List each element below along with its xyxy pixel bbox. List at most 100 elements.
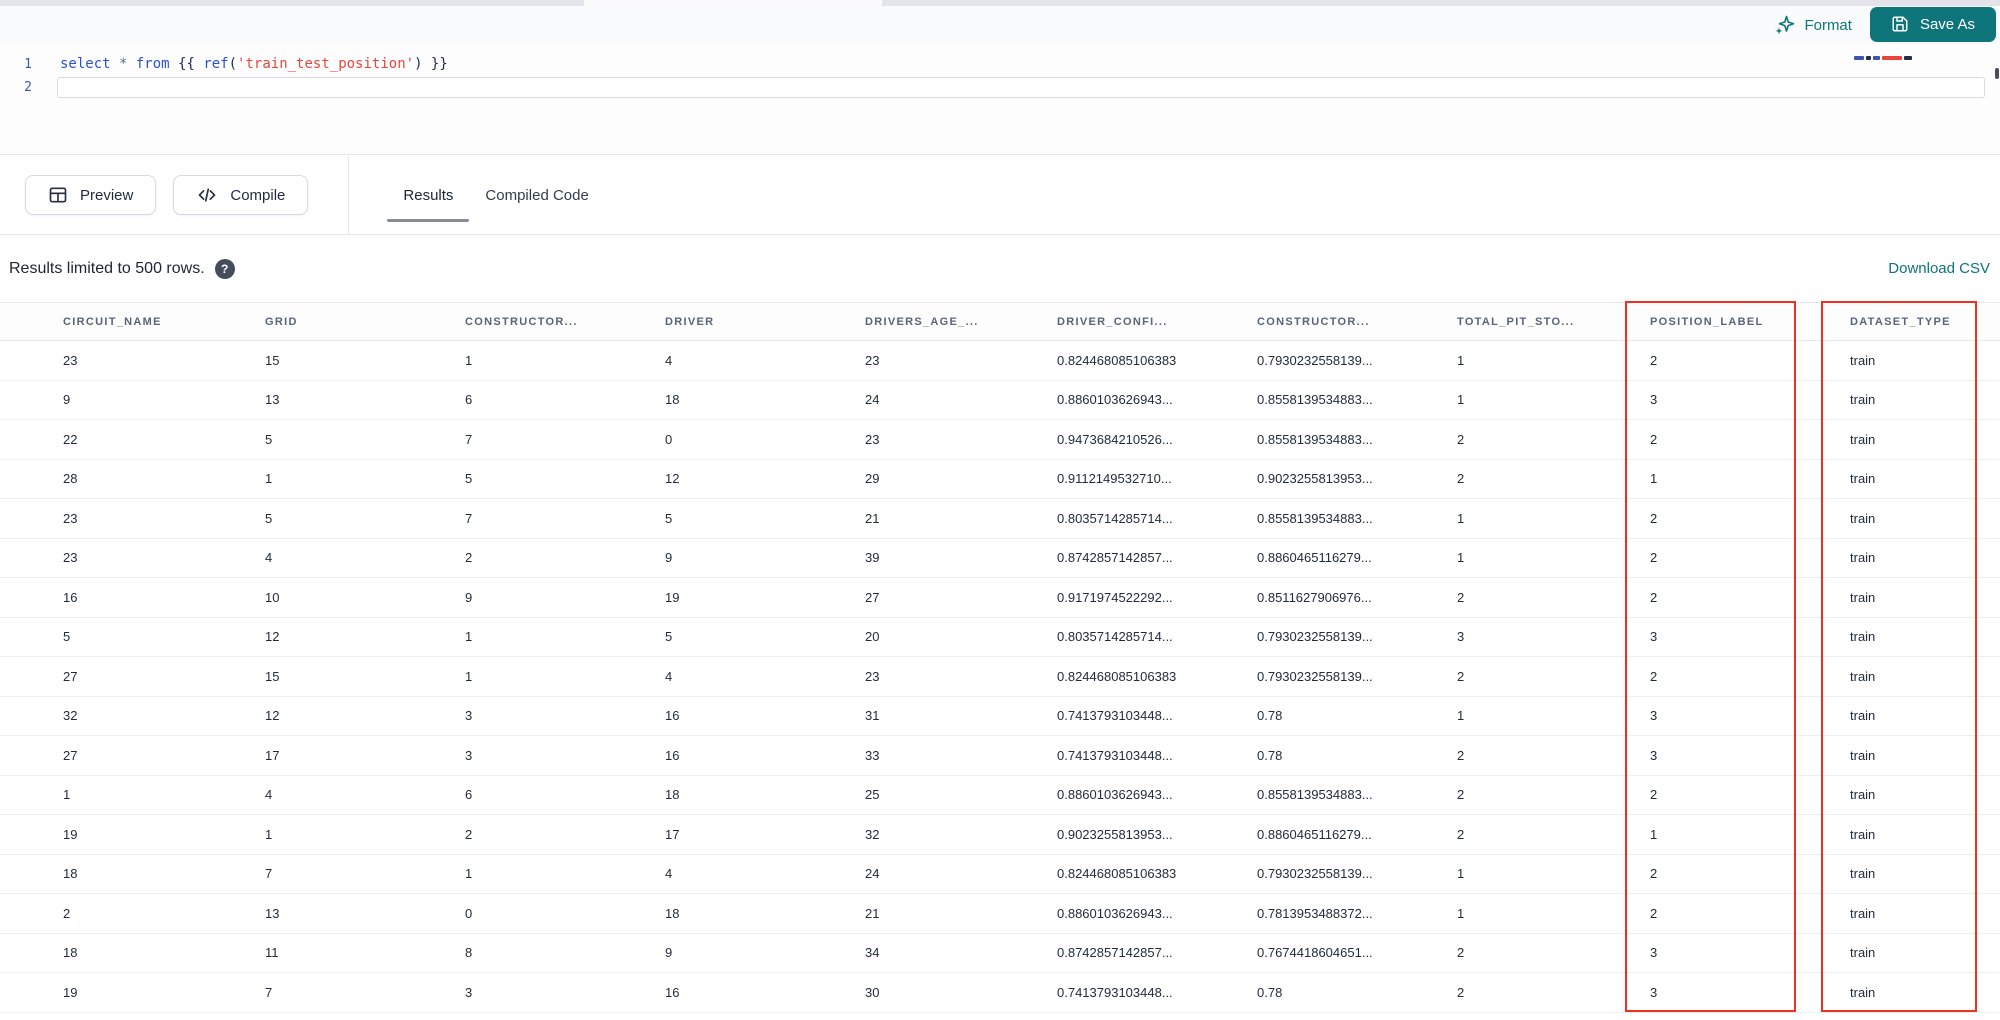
table-cell: 0 bbox=[665, 431, 673, 447]
table-cell: 32 bbox=[63, 708, 78, 724]
editor-scrollbar-thumb[interactable] bbox=[1995, 68, 1999, 79]
table-cell: 1 bbox=[1457, 866, 1465, 882]
table-cell: 27 bbox=[63, 747, 78, 763]
table-cell: 2 bbox=[1650, 550, 1658, 566]
table-cell: 12 bbox=[665, 471, 680, 487]
table-cell: 4 bbox=[265, 787, 273, 803]
table-cell: train bbox=[1850, 787, 1876, 803]
column-header-constructor[interactable]: CONSTRUCTOR... bbox=[1244, 316, 1444, 328]
table-cell: 18 bbox=[665, 787, 680, 803]
line-number-1: 1 bbox=[24, 57, 32, 72]
table-cell: 12 bbox=[265, 629, 280, 645]
table-row: 9 13 6 18 24 0.8860103626943... 0.855813953488… bbox=[0, 380, 2000, 420]
table-cell: 2 bbox=[465, 826, 473, 842]
table-cell: 1 bbox=[1457, 550, 1465, 566]
format-button[interactable]: Format bbox=[1774, 15, 1852, 36]
table-cell: 0.8860465116279... bbox=[1257, 550, 1372, 566]
save-as-button[interactable]: Save As bbox=[1869, 6, 1996, 42]
results-status-row: Results limited to 500 rows. ? Download … bbox=[0, 235, 2000, 302]
minimap-segment bbox=[1873, 56, 1880, 60]
minimap-segment bbox=[1866, 56, 1871, 60]
code-editor[interactable]: 1 2 select * from {{ ref('train_test_pos… bbox=[0, 44, 2000, 154]
table-cell: 1 bbox=[465, 629, 473, 645]
column-header-driver[interactable]: DRIVER bbox=[652, 316, 852, 328]
column-header-drivers-age[interactable]: DRIVERS_AGE_... bbox=[852, 316, 1044, 328]
column-header-circuit-name[interactable]: CIRCUIT_NAME bbox=[50, 316, 252, 328]
column-header-total-pit-sto[interactable]: TOTAL_PIT_STO... bbox=[1444, 316, 1637, 328]
table-cell: 29 bbox=[865, 471, 880, 487]
column-header-driver-confi[interactable]: DRIVER_CONFI... bbox=[1044, 316, 1244, 328]
table-cell: 15 bbox=[265, 352, 280, 368]
table-cell: 0.8511627906976... bbox=[1257, 589, 1372, 605]
table-row: 2 13 0 18 21 0.8860103626943... 0.781395348837… bbox=[0, 894, 2000, 934]
column-header-grid[interactable]: GRID bbox=[252, 316, 452, 328]
table-cell: 4 bbox=[665, 668, 673, 684]
column-header-position-label[interactable]: POSITION_LABEL bbox=[1637, 316, 1837, 328]
table-body: 23 15 1 4 23 0.824468085106383 0.7930232558139… bbox=[0, 341, 2000, 1013]
table-cell: 3 bbox=[1650, 747, 1658, 763]
table-cell: 1 bbox=[1457, 352, 1465, 368]
results-panel: Preview Compile Results Compiled Code Re… bbox=[0, 156, 2000, 1020]
table-cell: 16 bbox=[665, 984, 680, 1000]
table-row: 27 15 1 4 23 0.824468085106383 0.7930232558139… bbox=[0, 657, 2000, 697]
tab-results[interactable]: Results bbox=[387, 156, 470, 234]
table-row: 22 5 7 0 23 0.9473684210526... 0.8558139534883… bbox=[0, 420, 2000, 460]
code-token-punct: {{ bbox=[169, 56, 204, 72]
code-token-punct: ( bbox=[228, 56, 238, 72]
compile-button[interactable]: Compile bbox=[173, 175, 309, 215]
table-cell: 6 bbox=[465, 787, 473, 803]
table-cell: 2 bbox=[1650, 905, 1658, 921]
table-cell: 19 bbox=[665, 589, 680, 605]
table-cell: train bbox=[1850, 668, 1876, 684]
minimap-segment bbox=[1854, 56, 1864, 60]
column-header-constructor[interactable]: CONSTRUCTOR... bbox=[452, 316, 652, 328]
table-cell: 3 bbox=[1650, 629, 1658, 645]
download-csv-link[interactable]: Download CSV bbox=[1888, 260, 1990, 277]
table-cell: 5 bbox=[265, 431, 273, 447]
table-cell: 19 bbox=[63, 826, 78, 842]
table-cell: 23 bbox=[63, 550, 78, 566]
table-cell: 2 bbox=[1457, 787, 1465, 803]
table-row: 23 4 2 9 39 0.8742857142857... 0.8860465116279… bbox=[0, 538, 2000, 578]
table-header-row: CIRCUIT_NAME GRID CONSTRUCTOR... DRIVER DRIV… bbox=[0, 302, 2000, 341]
table-cell: 0.9023255813953... bbox=[1257, 471, 1373, 487]
save-icon bbox=[1891, 15, 1909, 33]
active-tab-underline bbox=[387, 219, 470, 222]
table-cell: 25 bbox=[865, 787, 880, 803]
code-minimap[interactable] bbox=[1854, 56, 1912, 61]
tab-label: Compiled Code bbox=[485, 186, 589, 204]
help-icon[interactable]: ? bbox=[214, 258, 235, 279]
table-cell: 34 bbox=[865, 945, 880, 961]
table-row: 19 7 3 16 30 0.7413793103448... 0.78 2 3 train bbox=[0, 973, 2000, 1013]
table-cell: 1 bbox=[1457, 708, 1465, 724]
preview-button-label: Preview bbox=[80, 186, 134, 204]
table-cell: 0.7813953488372... bbox=[1257, 905, 1373, 921]
table-cell: 39 bbox=[865, 550, 880, 566]
code-line-1[interactable]: select * from {{ ref('train_test_positio… bbox=[60, 53, 448, 75]
code-brackets-icon bbox=[196, 185, 218, 205]
table-cell: 7 bbox=[265, 866, 273, 882]
table-cell: 18 bbox=[665, 392, 680, 408]
table-cell: 2 bbox=[1457, 747, 1465, 763]
table-cell: 0.8860103626943... bbox=[1057, 392, 1173, 408]
table-cell: 24 bbox=[865, 866, 880, 882]
table-cell: 0.7930232558139... bbox=[1257, 668, 1373, 684]
table-cell: 23 bbox=[865, 431, 880, 447]
table-row: 27 17 3 16 33 0.7413793103448... 0.78 2 3 train bbox=[0, 736, 2000, 776]
code-line-2-active-input[interactable] bbox=[57, 77, 1985, 98]
table-cell: 31 bbox=[865, 708, 880, 724]
preview-button[interactable]: Preview bbox=[25, 175, 157, 215]
table-row: 23 15 1 4 23 0.824468085106383 0.7930232558139… bbox=[0, 341, 2000, 381]
column-header-dataset-type[interactable]: DATASET_TYPE bbox=[1837, 316, 2000, 328]
table-cell: 0.7413793103448... bbox=[1057, 984, 1173, 1000]
table-row: 5 12 1 5 20 0.8035714285714... 0.7930232558139… bbox=[0, 617, 2000, 657]
table-cell: 1 bbox=[1457, 510, 1465, 526]
sql-editor-pane: Format Save As 1 2 select * from {{ ref(… bbox=[0, 6, 2000, 155]
table-cell: 9 bbox=[63, 392, 71, 408]
table-cell: 8 bbox=[465, 945, 473, 961]
tab-compiled-code[interactable]: Compiled Code bbox=[469, 156, 604, 234]
table-cell: 11 bbox=[265, 945, 279, 961]
table-cell: 16 bbox=[665, 708, 680, 724]
table-cell: 0 bbox=[465, 905, 473, 921]
table-cell: 2 bbox=[1457, 668, 1465, 684]
